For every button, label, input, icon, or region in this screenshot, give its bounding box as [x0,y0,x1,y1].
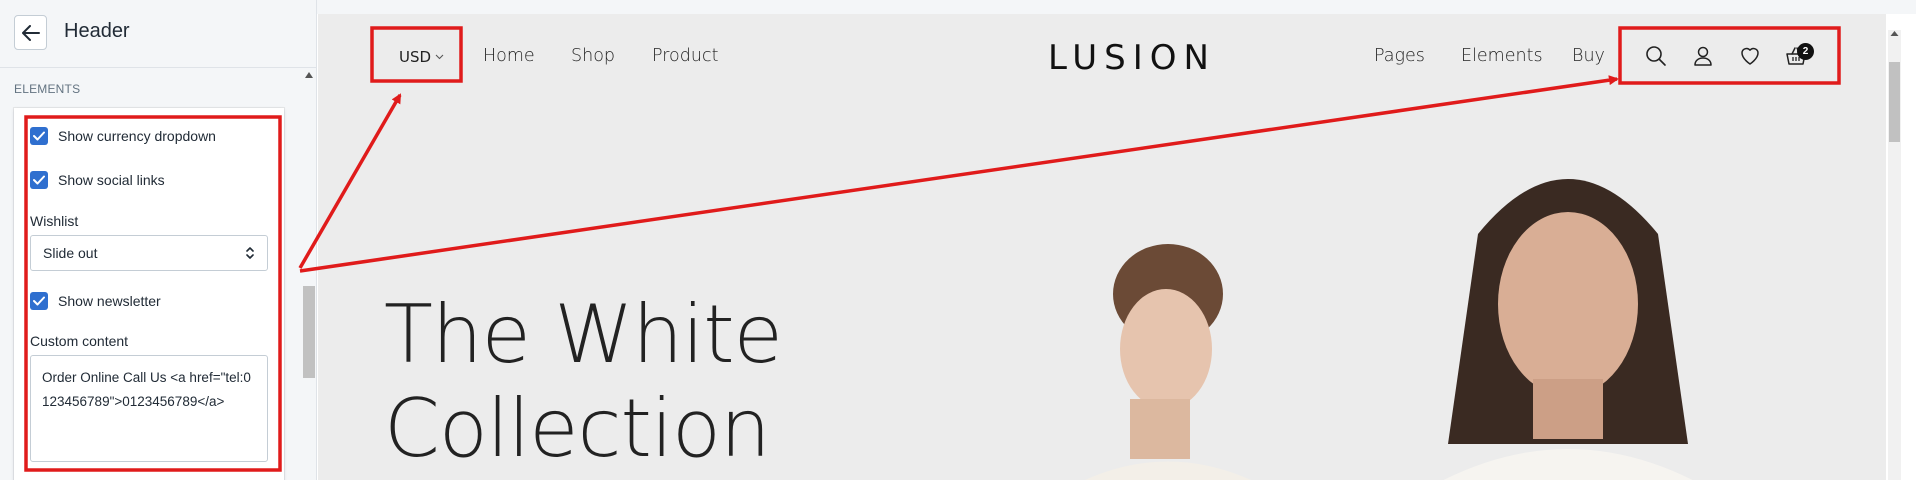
preview-scroll-up-arrow[interactable] [1888,28,1901,38]
chevron-down-icon [435,54,444,60]
hero-title: The White Collection [384,288,783,476]
show-social-checkbox[interactable] [30,171,48,189]
elements-settings-card: Show currency dropdown Show social links… [14,108,284,480]
wishlist-select-value: Slide out [43,245,98,261]
sidebar-scroll-up-arrow[interactable] [302,68,316,82]
show-currency-label: Show currency dropdown [58,128,216,144]
sidebar-header: Header [0,0,316,68]
checkmark-icon [33,131,45,141]
select-arrows-icon [246,247,254,259]
wishlist-select[interactable]: Slide out [30,235,268,271]
hero-model-image-left [1085,244,1251,480]
sidebar-scrollbar-thumb[interactable] [303,286,315,378]
show-newsletter-checkbox[interactable] [30,292,48,310]
preview-top-bar [317,0,1916,14]
preview-scrollbar-thumb[interactable] [1889,62,1900,142]
nav-shop[interactable]: Shop [571,46,615,66]
store-logo[interactable]: LUSION [1048,38,1216,78]
arrow-left-icon [21,24,40,41]
section-label: ELEMENTS [14,82,81,96]
currency-dropdown[interactable]: USD [399,48,444,66]
hero-model-image-right [1443,179,1693,480]
heart-icon[interactable] [1738,44,1762,68]
show-currency-option[interactable]: Show currency dropdown [30,127,216,145]
show-newsletter-label: Show newsletter [58,293,161,309]
editor-sidebar: Header ELEMENTS Show currency dropdown S… [0,0,317,480]
custom-content-textarea[interactable]: Order Online Call Us <a href="tel:012345… [30,355,268,462]
currency-value: USD [399,48,432,66]
cart-count-badge: 2 [1797,43,1814,60]
nav-home[interactable]: Home [483,46,535,66]
show-social-option[interactable]: Show social links [30,171,165,189]
show-currency-checkbox[interactable] [30,127,48,145]
custom-content-label: Custom content [30,333,129,349]
nav-elements[interactable]: Elements [1461,46,1543,66]
search-icon[interactable] [1644,44,1668,68]
hero-title-line-1: The White [384,288,783,381]
hero-title-line-2: Collection [384,382,771,475]
back-button[interactable] [14,15,47,50]
nav-buy[interactable]: Buy [1572,46,1605,66]
nav-product[interactable]: Product [652,46,718,66]
nav-pages[interactable]: Pages [1374,46,1425,66]
checkmark-icon [33,175,45,185]
wishlist-label: Wishlist [30,213,79,229]
user-icon[interactable] [1691,44,1715,68]
checkmark-icon [33,296,45,306]
show-newsletter-option[interactable]: Show newsletter [30,292,161,310]
panel-title: Header [64,20,130,42]
show-social-label: Show social links [58,172,165,188]
